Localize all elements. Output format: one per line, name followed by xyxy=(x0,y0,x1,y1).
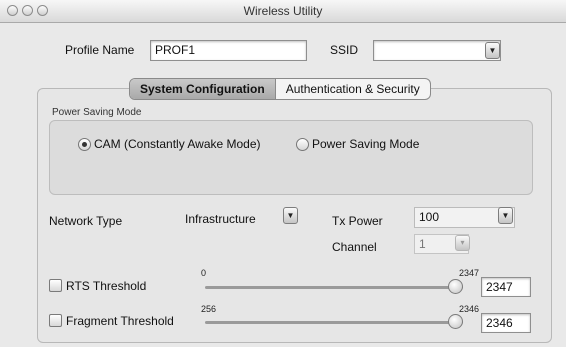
ssid-label: SSID xyxy=(330,43,359,57)
power-saving-label: Power Saving Mode xyxy=(312,137,420,151)
tab-bar: System Configuration Authentication & Se… xyxy=(129,78,431,100)
chevron-down-icon[interactable]: ▼ xyxy=(498,207,513,224)
rts-slider-track[interactable] xyxy=(205,286,463,289)
fragment-checkbox[interactable] xyxy=(49,314,62,327)
window-title: Wireless Utility xyxy=(243,4,323,18)
rts-value-field[interactable]: 2347 xyxy=(481,277,531,297)
power-saving-group-label: Power Saving Mode xyxy=(52,107,142,118)
fragment-slider-track[interactable] xyxy=(205,321,463,324)
network-type-value: Infrastructure xyxy=(185,212,256,226)
rts-min-tick: 0 xyxy=(201,268,207,278)
power-saving-group xyxy=(49,120,533,195)
power-saving-radio[interactable] xyxy=(296,138,309,151)
profile-name-input[interactable]: PROF1 xyxy=(150,40,307,61)
ssid-combobox[interactable] xyxy=(373,40,501,61)
fragment-min-tick: 256 xyxy=(201,304,217,314)
fragment-value-field[interactable]: 2346 xyxy=(481,313,531,333)
rts-label: RTS Threshold xyxy=(66,279,147,293)
fragment-slider-thumb[interactable] xyxy=(448,314,463,329)
channel-label: Channel xyxy=(332,240,377,254)
network-type-label: Network Type xyxy=(49,214,123,228)
tab-system-configuration[interactable]: System Configuration xyxy=(130,79,276,99)
cam-radio[interactable] xyxy=(78,138,91,151)
fragment-label: Fragment Threshold xyxy=(66,314,174,328)
tx-power-label: Tx Power xyxy=(332,214,383,228)
chevron-down-icon[interactable]: ▼ xyxy=(283,207,298,224)
tx-power-value: 100 xyxy=(419,210,440,224)
cam-label: CAM (Constantly Awake Mode) xyxy=(94,137,261,151)
fragment-max-tick: 2346 xyxy=(459,304,480,314)
title-bar: Wireless Utility xyxy=(0,0,566,23)
profile-name-label: Profile Name xyxy=(65,43,135,57)
stepper-icon[interactable]: ▾ xyxy=(455,235,470,251)
channel-value: 1 xyxy=(419,237,426,251)
wireless-utility-window: Wireless Utility Profile Name PROF1 SSID… xyxy=(0,0,566,347)
rts-max-tick: 2347 xyxy=(459,268,480,278)
rts-slider-thumb[interactable] xyxy=(448,279,463,294)
rts-checkbox[interactable] xyxy=(49,279,62,292)
tab-authentication-security[interactable]: Authentication & Security xyxy=(276,79,430,99)
chevron-down-icon[interactable]: ▼ xyxy=(485,42,500,59)
